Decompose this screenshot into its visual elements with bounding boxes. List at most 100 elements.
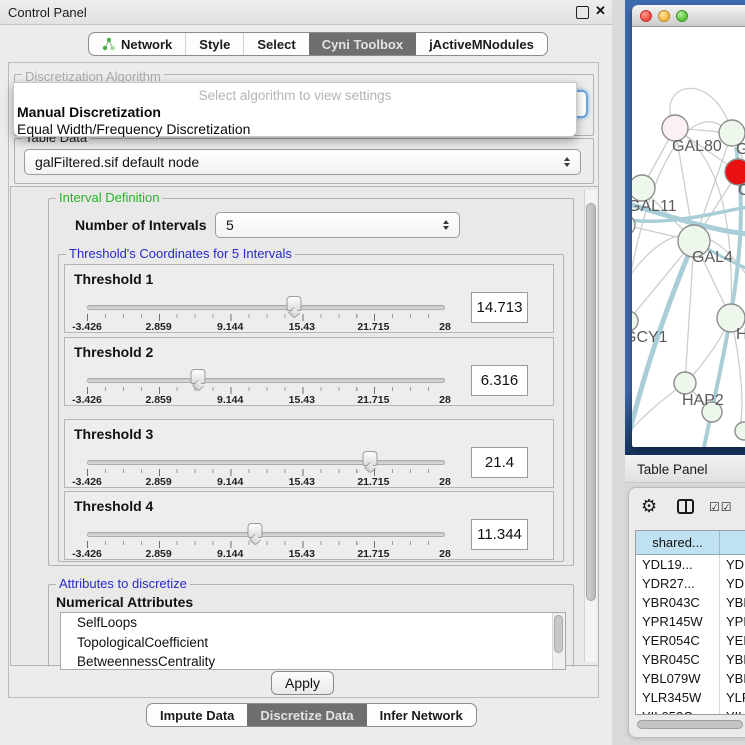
tab-style[interactable]: Style bbox=[185, 33, 243, 55]
checkbox-icons[interactable]: ☑☑ bbox=[709, 500, 733, 514]
panel-scroll-thumb[interactable] bbox=[586, 203, 596, 601]
node-label: GAL80 bbox=[672, 138, 722, 155]
slider-tick-labels: -3.426 2.859 9.144 15.43 21.715 28 bbox=[87, 321, 445, 333]
slider-ticks bbox=[87, 469, 446, 476]
table-data-combobox[interactable]: galFiltered.sif default node bbox=[24, 149, 581, 175]
algorithm-option-equal-width[interactable]: Equal Width/Frequency Discretization bbox=[14, 120, 576, 137]
threshold-value-field[interactable]: 14.713 bbox=[471, 292, 528, 323]
slider-track[interactable] bbox=[87, 460, 445, 465]
table-row[interactable]: YBR043CYBR0 bbox=[636, 593, 745, 612]
node-label: GA bbox=[736, 141, 745, 158]
threshold-slider[interactable]: -3.426 2.859 9.144 15.43 21.715 28 bbox=[87, 338, 445, 407]
node[interactable] bbox=[632, 215, 635, 235]
column-header-shared-name[interactable]: shared... bbox=[636, 531, 720, 555]
panel-title: Control Panel bbox=[8, 5, 87, 20]
algorithm-placeholder: Select algorithm to view settings bbox=[14, 88, 576, 103]
slider-ticks bbox=[87, 387, 446, 394]
table-row[interactable]: YLR345WYLR3 bbox=[636, 688, 745, 707]
control-panel-window: Control Panel ✕ Network Style Select Cyn… bbox=[0, 0, 613, 745]
interval-definition-label: Interval Definition bbox=[56, 191, 162, 205]
algorithm-option-manual[interactable]: Manual Discretization bbox=[14, 103, 576, 120]
table-row[interactable]: YDR27...YDR2 bbox=[636, 574, 745, 593]
node-label: H bbox=[736, 326, 745, 343]
minimize-traffic-light-icon[interactable] bbox=[658, 10, 670, 22]
table-row[interactable]: YER054CYER0 bbox=[636, 631, 745, 650]
tab-jactivemnodules[interactable]: jActiveMNodules bbox=[416, 33, 547, 55]
panel-divider[interactable] bbox=[612, 0, 625, 745]
network-window-titlebar[interactable] bbox=[632, 5, 745, 27]
float-window-icon[interactable] bbox=[576, 6, 589, 19]
tab-impute-data[interactable]: Impute Data bbox=[147, 704, 247, 726]
slider-tick-labels: -3.426 2.859 9.144 15.43 21.715 28 bbox=[87, 394, 445, 406]
threshold-panel-2: Threshold 2 -3.426 2.859 9.144 15.43 21.… bbox=[64, 337, 554, 406]
table-panel-window: ⚙ ☑☑ shared... n YDL19...YDL1 YDR27...YD… bbox=[628, 487, 745, 738]
screen: Control Panel ✕ Network Style Select Cyn… bbox=[0, 0, 745, 745]
slider-ticks bbox=[87, 541, 446, 548]
node-label: HAP2 bbox=[682, 392, 724, 409]
slider-track[interactable] bbox=[87, 305, 445, 310]
bottom-tab-bar: Impute Data Discretize Data Infer Networ… bbox=[146, 703, 477, 727]
threshold-slider[interactable]: -3.426 2.859 9.144 15.43 21.715 28 bbox=[87, 265, 445, 334]
table-row[interactable]: YIL052CYIL0 bbox=[636, 707, 745, 715]
table-row[interactable]: YBR045CYBR0 bbox=[636, 650, 745, 669]
close-icon[interactable]: ✕ bbox=[595, 3, 606, 19]
node-label: GAL11 bbox=[632, 198, 677, 215]
combo-spinner-icon bbox=[443, 220, 449, 230]
node-hap2[interactable] bbox=[674, 372, 696, 394]
tab-cyni-toolbox[interactable]: Cyni Toolbox bbox=[309, 33, 416, 55]
slider-ticks bbox=[87, 314, 446, 321]
threshold-panel-4: Threshold 4 -3.426 2.859 9.144 15.43 21.… bbox=[64, 491, 554, 560]
node-label: GCY1 bbox=[632, 329, 668, 346]
threshold-slider[interactable]: -3.426 2.859 9.144 15.43 21.715 28 bbox=[87, 492, 445, 561]
slider-thumb[interactable] bbox=[248, 523, 263, 538]
tab-discretize-data[interactable]: Discretize Data bbox=[247, 704, 366, 726]
threshold-value-field[interactable]: 6.316 bbox=[471, 365, 528, 396]
network-icon bbox=[102, 37, 115, 51]
threshold-value-field[interactable]: 21.4 bbox=[471, 447, 528, 478]
list-item[interactable]: SelfLoops bbox=[61, 613, 565, 633]
threshold-panel-1: Threshold 1 -3.426 2.859 9.144 15.43 21.… bbox=[64, 264, 554, 333]
slider-track[interactable] bbox=[87, 532, 445, 537]
attributes-list-scroll-thumb[interactable] bbox=[554, 615, 563, 653]
node-attribute-table[interactable]: shared... n YDL19...YDL1 YDR27...YDR2 YB… bbox=[635, 530, 745, 715]
algorithm-dropdown-popup: Select algorithm to view settings Manual… bbox=[13, 82, 577, 137]
network-window[interactable]: GAL80 GA C GAL11 GAL4 GCY1 H HAP2 bbox=[632, 5, 745, 447]
threshold-value-field[interactable]: 11.344 bbox=[471, 519, 528, 550]
slider-track[interactable] bbox=[87, 378, 445, 383]
num-intervals-combobox[interactable]: 5 bbox=[215, 212, 460, 238]
node-label: GAL4 bbox=[692, 249, 733, 266]
table-row[interactable]: YBL079WYBL0 bbox=[636, 669, 745, 688]
tab-select[interactable]: Select bbox=[243, 33, 308, 55]
close-traffic-light-icon[interactable] bbox=[640, 10, 652, 22]
zoom-traffic-light-icon[interactable] bbox=[676, 10, 688, 22]
control-panel-titlebar: Control Panel ✕ bbox=[0, 0, 612, 25]
top-tab-bar: Network Style Select Cyni Toolbox jActiv… bbox=[88, 32, 548, 56]
node-label: C bbox=[738, 182, 745, 199]
tab-network[interactable]: Network bbox=[89, 33, 185, 55]
node[interactable] bbox=[735, 422, 745, 440]
table-row[interactable]: YPR145WYPR1 bbox=[636, 612, 745, 631]
slider-thumb[interactable] bbox=[190, 369, 205, 384]
slider-thumb[interactable] bbox=[362, 451, 377, 466]
slider-tick-labels: -3.426 2.859 9.144 15.43 21.715 28 bbox=[87, 476, 445, 488]
numerical-attributes-list[interactable]: SelfLoops TopologicalCoefficient Between… bbox=[60, 612, 566, 670]
attributes-group-label: Attributes to discretize bbox=[56, 577, 190, 591]
list-item[interactable]: TopologicalCoefficient bbox=[61, 633, 565, 653]
table-horizontal-scroll-thumb[interactable] bbox=[637, 720, 743, 729]
threshold-slider[interactable]: -3.426 2.859 9.144 15.43 21.715 28 bbox=[87, 420, 445, 489]
network-graph: GAL80 GA C GAL11 GAL4 GCY1 H HAP2 bbox=[632, 27, 745, 447]
tab-infer-network[interactable]: Infer Network bbox=[367, 704, 476, 726]
table-row[interactable]: YDL19...YDL1 bbox=[636, 555, 745, 574]
list-item[interactable]: BetweennessCentrality bbox=[61, 652, 565, 672]
slider-thumb[interactable] bbox=[286, 296, 301, 311]
column-header-name[interactable]: n bbox=[720, 531, 745, 555]
gear-icon[interactable]: ⚙ bbox=[641, 497, 657, 515]
apply-button[interactable]: Apply bbox=[271, 671, 334, 695]
combo-spinner-icon bbox=[564, 157, 570, 167]
table-panel-header: Table Panel bbox=[625, 455, 745, 483]
slider-tick-labels: -3.426 2.859 9.144 15.43 21.715 28 bbox=[87, 548, 445, 560]
table-header-row: shared... n bbox=[636, 531, 745, 555]
network-canvas[interactable]: GAL80 GA C GAL11 GAL4 GCY1 H HAP2 bbox=[632, 27, 745, 447]
node-gcy1[interactable] bbox=[632, 311, 638, 331]
split-columns-icon[interactable] bbox=[677, 499, 694, 514]
